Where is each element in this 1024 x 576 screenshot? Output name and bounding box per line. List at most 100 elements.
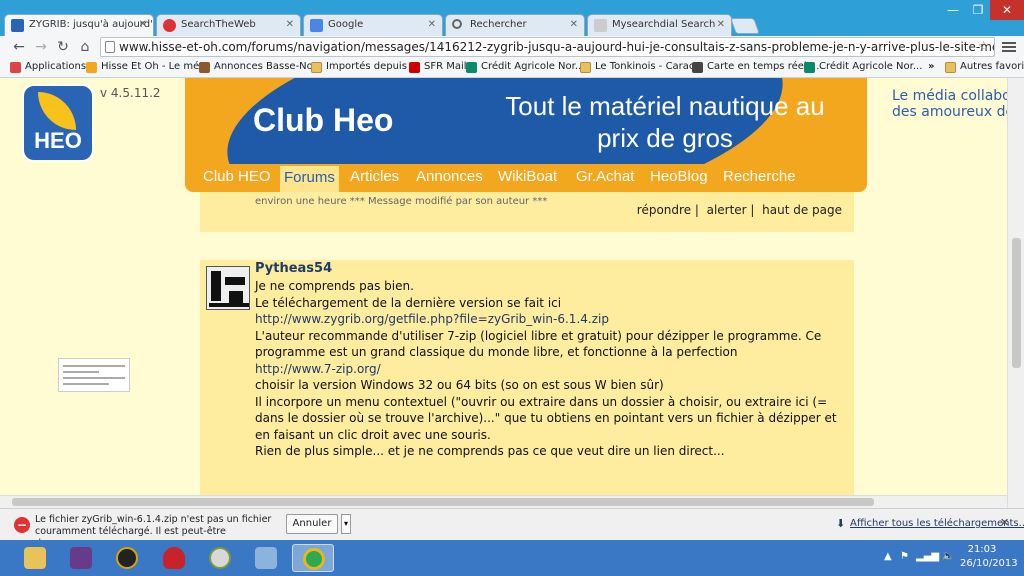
credit-agricole-favicon-icon <box>466 62 477 73</box>
forward-arrow-icon[interactable]: → <box>32 38 50 56</box>
page-favicon-icon <box>199 62 210 73</box>
tab-searchtheweb[interactable]: SearchTheWeb ✕ <box>156 14 301 36</box>
minimize-button[interactable]: — <box>940 0 966 20</box>
tab-mysearchdial[interactable]: Mysearchdial Search ✕ <box>587 14 732 36</box>
close-icon[interactable]: ✕ <box>286 19 294 30</box>
network-app-icon[interactable] <box>249 544 283 572</box>
nav-annonces[interactable]: Annonces <box>416 168 483 185</box>
bookmarks-overflow-chevron-icon[interactable]: » <box>928 61 934 72</box>
download-options-chevron-icon[interactable]: ▾ <box>341 514 351 534</box>
tab-google[interactable]: Google ✕ <box>303 14 443 36</box>
bookmarks-bar: Applications Hisse Et Oh - Le mé... Anno… <box>0 58 1024 78</box>
warning-icon: − <box>14 517 30 533</box>
search-favicon-icon <box>452 19 462 29</box>
post-actions: répondre | alerter | haut de page <box>637 203 842 217</box>
page-favicon-icon <box>594 19 607 32</box>
sfr-favicon-icon <box>409 62 420 73</box>
media-player-icon[interactable] <box>110 544 144 572</box>
bookmark-credit-agricole-2[interactable]: Crédit Agricole Nor... <box>804 61 922 73</box>
bookmark-importes-ie[interactable]: Importés depuis IE <box>311 61 419 73</box>
sail-logo-icon <box>38 92 76 130</box>
photo-app-icon[interactable] <box>64 544 98 572</box>
volume-icon[interactable]: 🔈 <box>942 551 954 562</box>
bookmark-applications[interactable]: Applications <box>10 61 86 73</box>
ad-banner[interactable]: Club Heo Tout le matériel nautique au pr… <box>185 78 867 164</box>
download-arrow-icon: ⬇ <box>836 517 846 530</box>
system-clock[interactable]: 21:03 26/10/2013 <box>960 543 1018 571</box>
heo-favicon-icon <box>11 19 24 32</box>
attached-screenshot[interactable] <box>58 358 130 392</box>
google-favicon-icon <box>310 19 323 32</box>
top-of-page-link[interactable]: haut de page <box>762 203 842 217</box>
apps-grid-icon <box>10 62 21 73</box>
nav-heoblog[interactable]: HeoBlog <box>650 168 708 185</box>
folder-icon <box>311 62 322 73</box>
reload-icon[interactable]: ↻ <box>54 38 72 56</box>
chrome-menu-icon[interactable] <box>1002 40 1016 54</box>
page-icon <box>105 41 115 53</box>
site-tagline: Le média collabor des amoureux de <box>892 88 1007 120</box>
show-all-downloads-link[interactable]: Afficher tous les téléchargements... <box>850 518 1024 529</box>
bookmark-hisse-et-oh[interactable]: Hisse Et Oh - Le mé... <box>86 61 209 73</box>
previous-post: environ une heure *** Message modifié pa… <box>200 192 854 232</box>
banner-slogan: Tout le matériel nautique au prix de gro… <box>505 91 825 153</box>
close-download-bar-icon[interactable]: ✕ <box>1000 516 1009 529</box>
new-tab-button[interactable] <box>730 18 760 34</box>
chrome-taskbar-icon[interactable] <box>292 544 334 572</box>
report-link[interactable]: alerter | <box>707 203 755 217</box>
close-icon[interactable]: ✕ <box>570 19 578 30</box>
plane-favicon-icon <box>692 62 703 73</box>
site-version: v 4.5.11.2 <box>100 86 161 100</box>
close-icon[interactable]: ✕ <box>139 19 147 30</box>
page-content: HEO v 4.5.11.2 Club Heo Tout le matériel… <box>0 78 1007 495</box>
maximize-button[interactable]: ❐ <box>966 0 990 20</box>
windows-taskbar: ▲ ⚑ ▂▄▆ 🔈 21:03 26/10/2013 <box>0 540 1024 576</box>
folder-icon <box>945 62 956 73</box>
url-text: www.hisse-et-oh.com/forums/navigation/me… <box>119 40 995 54</box>
nav-club-heo[interactable]: Club HEO <box>203 168 271 185</box>
bookmark-tonkinois[interactable]: Le Tonkinois - Carac... <box>580 61 704 73</box>
nav-gr-achat[interactable]: Gr.Achat <box>576 168 634 185</box>
close-icon[interactable]: ✕ <box>428 19 436 30</box>
folder-icon <box>580 62 591 73</box>
download-bar: − Le fichier zyGrib_win-6.1.4.zip n'est … <box>0 508 1024 549</box>
address-bar[interactable]: www.hisse-et-oh.com/forums/navigation/me… <box>100 37 995 57</box>
nav-wikiboat[interactable]: WikiBoat <box>498 168 557 185</box>
tab-title: Rechercher <box>470 19 527 30</box>
vertical-scrollbar[interactable] <box>1007 78 1024 508</box>
file-explorer-icon[interactable] <box>18 544 52 572</box>
site-nav: Club HEO Forums Articles Annonces WikiBo… <box>185 164 867 192</box>
zygrib-download-link[interactable]: http://www.zygrib.org/getfile.php?file=z… <box>255 311 850 328</box>
bookmark-sfr-mail[interactable]: SFR Mail <box>409 61 467 73</box>
window-close-button[interactable]: ✕ <box>990 0 1024 20</box>
heo-logo[interactable]: HEO <box>22 84 94 162</box>
post-author[interactable]: Pytheas54 <box>255 261 332 276</box>
7zip-link[interactable]: http://www.7-zip.org/ <box>255 361 850 378</box>
searchtheweb-favicon-icon <box>163 19 176 32</box>
tab-title: ZYGRIB: jusqu'à aujourd'h <box>29 19 154 30</box>
flag-icon[interactable]: ⚑ <box>900 551 909 562</box>
tab-rechercher[interactable]: Rechercher ✕ <box>445 14 585 36</box>
nav-recherche[interactable]: Recherche <box>723 168 796 185</box>
tab-zygrib[interactable]: ZYGRIB: jusqu'à aujourd'h ✕ <box>4 14 154 36</box>
nav-articles[interactable]: Articles <box>350 168 399 185</box>
bookmark-star-icon[interactable]: ☆ <box>977 39 990 55</box>
cancel-download-button[interactable]: Annuler <box>286 514 338 534</box>
reply-link[interactable]: répondre | <box>637 203 699 217</box>
back-arrow-icon[interactable]: ← <box>10 38 28 56</box>
tab-title: Mysearchdial Search <box>612 19 716 30</box>
avatar[interactable] <box>206 266 250 310</box>
globe-app-icon[interactable] <box>203 544 237 572</box>
bookmark-autres-favoris[interactable]: Autres favoris <box>945 61 1024 73</box>
horizontal-scrollbar[interactable] <box>0 495 1007 508</box>
bookmark-credit-agricole-1[interactable]: Crédit Agricole Nor... <box>466 61 584 73</box>
close-icon[interactable]: ✕ <box>717 19 725 30</box>
nav-forums[interactable]: Forums <box>280 166 339 192</box>
wifi-signal-icon[interactable]: ▂▄▆ <box>916 551 939 562</box>
bookmark-annonces[interactable]: Annonces Basse-No... <box>199 61 322 73</box>
heart-app-icon[interactable] <box>157 544 191 572</box>
tray-up-arrow-icon[interactable]: ▲ <box>884 551 892 562</box>
bookmark-carte[interactable]: Carte en temps réel ... <box>692 61 819 73</box>
tab-title: SearchTheWeb <box>181 19 256 30</box>
home-icon[interactable]: ⌂ <box>76 38 94 56</box>
